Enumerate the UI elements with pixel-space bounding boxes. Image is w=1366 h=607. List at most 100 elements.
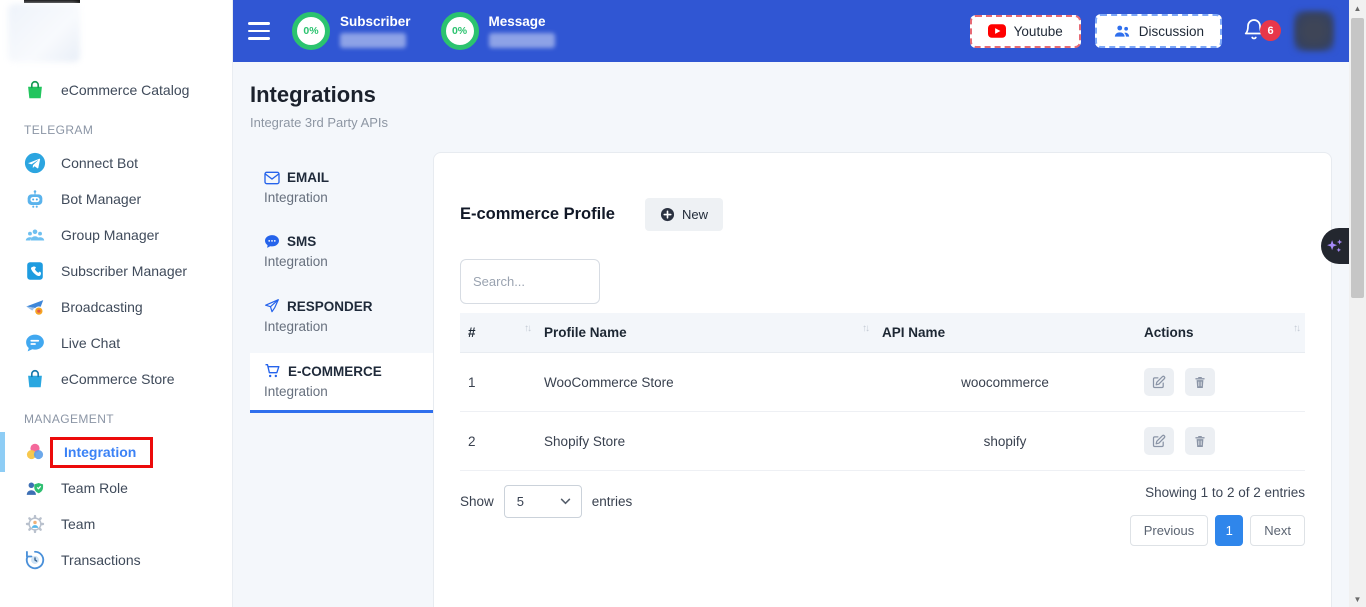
youtube-button[interactable]: Youtube	[970, 15, 1081, 48]
vertical-scrollbar[interactable]: ▲ ▼	[1349, 0, 1366, 607]
topbar: 0% Subscriber 0% Message Youtube	[233, 0, 1349, 62]
sidebar-item-label: Team	[61, 516, 95, 532]
new-button-label: New	[682, 207, 708, 222]
sidebar-item-broadcasting[interactable]: Broadcasting	[0, 289, 232, 325]
sidebar-item-subscriber-manager[interactable]: Subscriber Manager	[0, 253, 232, 289]
sidebar-item-label: Live Chat	[61, 335, 120, 351]
sidebar-item-label: Broadcasting	[61, 299, 143, 315]
sidebar-section-telegram: TELEGRAM	[0, 123, 232, 137]
chat-bubble-icon	[24, 332, 46, 354]
tab-ecommerce-integration[interactable]: E-COMMERCE Integration	[250, 353, 433, 413]
discussion-button[interactable]: Discussion	[1095, 14, 1222, 48]
profile-name-cell: WooCommerce Store	[536, 353, 874, 412]
notifications-button[interactable]: 6	[1242, 16, 1272, 46]
next-page-button[interactable]: Next	[1250, 515, 1305, 546]
notification-count-badge: 6	[1260, 20, 1281, 41]
message-stat-label: Message	[489, 14, 555, 29]
sidebar-item-label: eCommerce Catalog	[61, 82, 189, 98]
hamburger-menu-icon[interactable]	[248, 22, 270, 40]
row-number: 1	[460, 353, 536, 412]
page-title: Integrations	[250, 82, 1332, 108]
subscriber-stat-label: Subscriber	[340, 14, 411, 29]
tab-title: SMS	[287, 234, 316, 249]
sort-icon: ↑↓	[524, 323, 530, 334]
discussion-button-label: Discussion	[1139, 24, 1204, 39]
column-header-actions[interactable]: Actions↑↓	[1136, 313, 1305, 353]
shopping-bag-green-icon	[24, 79, 46, 101]
tab-email-integration[interactable]: EMAIL Integration	[250, 160, 433, 216]
trash-icon	[1193, 375, 1207, 390]
ai-assistant-fab[interactable]	[1321, 228, 1349, 264]
shopping-bag-blue-icon	[24, 368, 46, 390]
trash-icon	[1193, 434, 1207, 449]
logo-top-line	[24, 0, 80, 3]
sidebar-item-team[interactable]: Team	[0, 506, 232, 542]
main-content: Integrations Integrate 3rd Party APIs EM…	[233, 62, 1349, 607]
subscriber-stat: 0% Subscriber	[292, 12, 411, 50]
new-profile-button[interactable]: New	[645, 198, 723, 231]
column-header-api-name[interactable]: API Name	[874, 313, 1136, 353]
edit-button[interactable]	[1144, 427, 1174, 455]
api-name-cell: woocommerce	[874, 353, 1136, 412]
tab-subtitle: Integration	[264, 190, 419, 205]
current-page-button[interactable]: 1	[1215, 515, 1243, 546]
ecommerce-profile-card: E-commerce Profile New #↑↓ Profile Name↑…	[433, 152, 1332, 607]
sidebar-item-label-annotated: Integration	[50, 437, 153, 468]
message-stat: 0% Message	[441, 12, 555, 50]
contact-phone-icon	[24, 260, 46, 282]
envelope-icon	[264, 171, 280, 185]
person-shield-icon	[24, 477, 46, 499]
edit-button[interactable]	[1144, 368, 1174, 396]
panel-title: E-commerce Profile	[460, 205, 615, 224]
app-logo-blurred	[8, 4, 80, 62]
shopping-cart-icon	[264, 363, 281, 379]
color-circles-icon	[24, 441, 46, 463]
sidebar-item-label: Transactions	[61, 552, 141, 568]
previous-page-button[interactable]: Previous	[1130, 515, 1209, 546]
search-input[interactable]	[460, 259, 600, 304]
sidebar-item-team-role[interactable]: Team Role	[0, 470, 232, 506]
megaphone-plane-icon	[24, 296, 46, 318]
robot-icon	[24, 188, 46, 210]
column-header-num[interactable]: #↑↓	[460, 313, 536, 353]
page-size-select[interactable]: 5	[504, 485, 582, 518]
sidebar-item-ecommerce-catalog[interactable]: eCommerce Catalog	[0, 72, 232, 108]
page-subtitle: Integrate 3rd Party APIs	[250, 115, 1332, 130]
pagination: Previous 1 Next	[1130, 515, 1305, 546]
profiles-table: #↑↓ Profile Name↑↓ API Name Actions↑↓ 1 …	[460, 313, 1305, 471]
sort-icon: ↑↓	[862, 323, 868, 334]
sidebar-item-integration[interactable]: Integration	[0, 434, 232, 470]
delete-button[interactable]	[1185, 368, 1215, 396]
users-icon	[1113, 23, 1131, 39]
tab-subtitle: Integration	[264, 319, 419, 334]
message-progress-ring: 0%	[441, 12, 479, 50]
column-header-profile-name[interactable]: Profile Name↑↓	[536, 313, 874, 353]
scroll-down-arrow-icon[interactable]: ▼	[1349, 591, 1366, 607]
sidebar-item-label: eCommerce Store	[61, 371, 175, 387]
showing-entries-text: Showing 1 to 2 of 2 entries	[1145, 485, 1305, 500]
sidebar-item-label: Bot Manager	[61, 191, 141, 207]
chevron-down-icon	[560, 496, 571, 508]
subscriber-progress-ring: 0%	[292, 12, 330, 50]
table-row: 1 WooCommerce Store woocommerce	[460, 353, 1305, 412]
message-stat-value-blurred	[489, 33, 555, 48]
tab-title: E-COMMERCE	[288, 364, 382, 379]
page-size-value: 5	[517, 494, 524, 509]
sms-bubble-icon	[264, 234, 280, 249]
edit-pencil-icon	[1151, 434, 1166, 449]
profile-name-cell: Shopify Store	[536, 412, 874, 471]
tab-responder-integration[interactable]: RESPONDER Integration	[250, 288, 433, 345]
scroll-up-arrow-icon[interactable]: ▲	[1349, 0, 1366, 16]
sidebar-item-connect-bot[interactable]: Connect Bot	[0, 145, 232, 181]
table-row: 2 Shopify Store shopify	[460, 412, 1305, 471]
user-avatar-blurred[interactable]	[1294, 11, 1334, 51]
sidebar-item-ecommerce-store[interactable]: eCommerce Store	[0, 361, 232, 397]
sidebar-item-bot-manager[interactable]: Bot Manager	[0, 181, 232, 217]
sidebar-section-management: MANAGEMENT	[0, 412, 232, 426]
scrollbar-thumb[interactable]	[1351, 18, 1364, 298]
sidebar-item-live-chat[interactable]: Live Chat	[0, 325, 232, 361]
tab-sms-integration[interactable]: SMS Integration	[250, 224, 433, 280]
sidebar-item-group-manager[interactable]: Group Manager	[0, 217, 232, 253]
sidebar-item-transactions[interactable]: Transactions	[0, 542, 232, 578]
delete-button[interactable]	[1185, 427, 1215, 455]
